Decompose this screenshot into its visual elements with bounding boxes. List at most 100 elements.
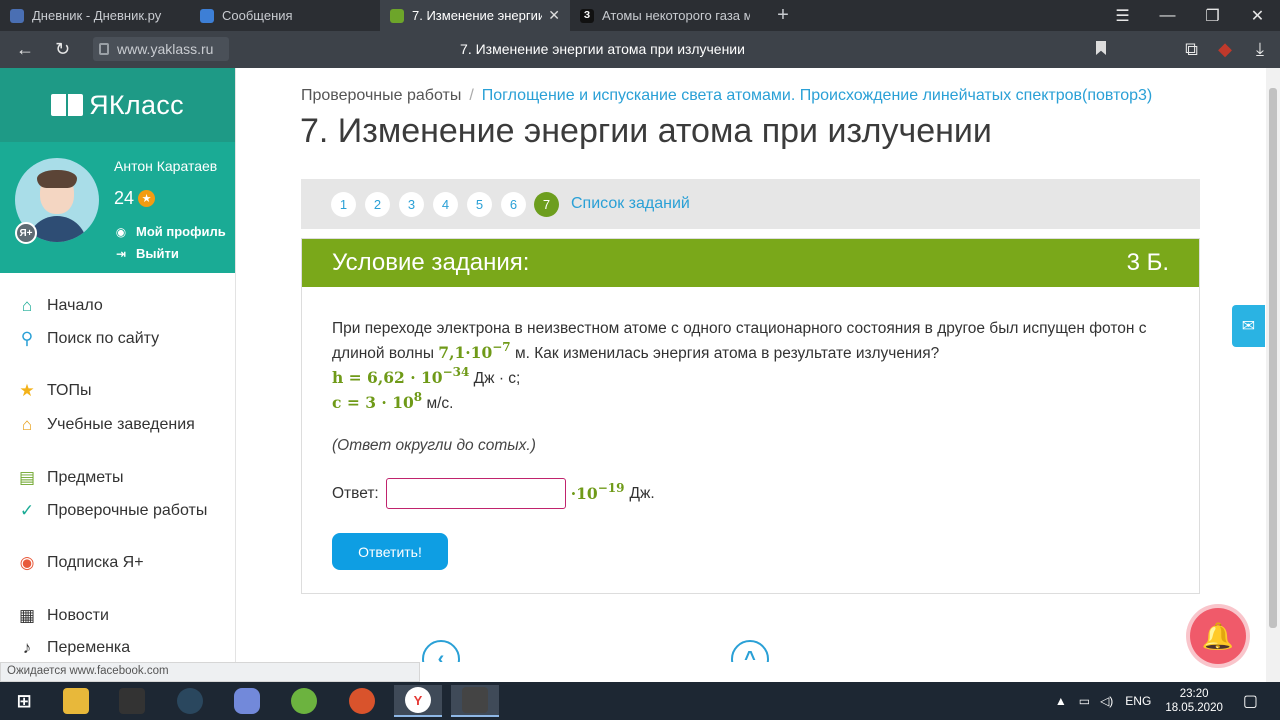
- task-list-link[interactable]: Список заданий: [571, 195, 690, 213]
- menu-icon[interactable]: ☰: [1100, 0, 1145, 31]
- tab-znanija[interactable]: З Атомы некоторого газа мс: [570, 0, 760, 31]
- task-navigation: 1 2 3 4 5 6 7 Список заданий: [301, 179, 1200, 229]
- book-icon: [51, 94, 84, 116]
- task-text: При переходе электрона в неизвестном ато…: [332, 317, 1169, 366]
- task-text-part: м. Как изменилась энергия атома в резуль…: [514, 345, 940, 362]
- light-speed-unit: м/с.: [426, 395, 454, 412]
- breadcrumb-link[interactable]: Поглощение и испускание света атомами. П…: [482, 87, 1152, 104]
- wavelength-base: 7,1·10: [438, 343, 493, 362]
- sidebar-item-tests[interactable]: ✓ Проверочные работы: [16, 501, 207, 521]
- sidebar-item-tops[interactable]: ★ ТОПы: [16, 381, 92, 401]
- mail-icon[interactable]: ✉: [1232, 305, 1265, 347]
- language-indicator[interactable]: ENG: [1125, 694, 1151, 708]
- task-number-current[interactable]: 7: [534, 192, 559, 217]
- my-profile-link[interactable]: ◉ Мой профиль: [114, 224, 226, 239]
- close-tab-icon[interactable]: ✕: [548, 7, 560, 24]
- tab-title: 7. Изменение энергии а: [412, 8, 543, 23]
- task-number-4[interactable]: 4: [433, 192, 458, 217]
- news-icon: ▦: [18, 606, 36, 625]
- light-speed-exponent: 8: [413, 390, 423, 404]
- scroll-top-icon[interactable]: ^: [731, 640, 769, 662]
- profile-icon: ◉: [115, 224, 127, 239]
- sidebar-item-label: Новости: [47, 607, 109, 624]
- logout-link[interactable]: ⇥ Выйти: [114, 246, 179, 261]
- sidebar-item-search[interactable]: ⚲ Поиск по сайту: [16, 329, 159, 349]
- prev-arrow-icon[interactable]: ‹: [422, 640, 460, 662]
- breadcrumb-separator: /: [469, 87, 474, 104]
- subscription-icon: ◉: [19, 553, 35, 572]
- gta-icon[interactable]: [451, 685, 499, 717]
- utorrent-icon[interactable]: [280, 685, 328, 717]
- clock-date: 18.05.2020: [1165, 702, 1223, 714]
- notification-bell-icon[interactable]: 🔔: [1190, 608, 1246, 664]
- planck-exponent: −34: [442, 365, 470, 379]
- tray-arrow-icon[interactable]: ▲: [1055, 694, 1067, 708]
- sidebar-item-schools[interactable]: ⌂ Учебные заведения: [16, 415, 195, 435]
- breadcrumb-root[interactable]: Проверочные работы: [301, 87, 461, 104]
- task-number-1[interactable]: 1: [331, 192, 356, 217]
- download-icon[interactable]: ⤓: [1256, 39, 1264, 60]
- system-tray: ▲ ▭ ◁) ENG 23:20 18.05.2020 ▢: [1055, 682, 1280, 720]
- tab-yaklass-active[interactable]: 7. Изменение энергии а ✕: [380, 0, 570, 31]
- task-number-6[interactable]: 6: [501, 192, 526, 217]
- restore-icon[interactable]: ❐: [1190, 0, 1235, 31]
- my-profile-label: Мой профиль: [136, 224, 226, 239]
- volume-icon[interactable]: ◁): [1100, 694, 1113, 708]
- tab-title: Атомы некоторого газа мс: [602, 8, 750, 23]
- new-tab-button[interactable]: +: [768, 0, 798, 31]
- taskbar: ⊞ Y ▲ ▭ ◁) ENG 23:20 18.05.2020 ▢: [0, 682, 1280, 720]
- task-card-header: Условие задания: 3 Б.: [302, 239, 1199, 287]
- extension-icon[interactable]: ◆: [1218, 39, 1232, 60]
- star-icon: ★: [19, 381, 35, 400]
- close-window-icon[interactable]: ✕: [1235, 0, 1280, 31]
- task-number-3[interactable]: 3: [399, 192, 424, 217]
- breadcrumb: Проверочные работы / Поглощение и испускан…: [301, 87, 1152, 105]
- yandex-browser-icon[interactable]: Y: [394, 685, 442, 717]
- yaklass-logo[interactable]: ЯКласс: [0, 68, 235, 142]
- chat-icon: [200, 8, 214, 23]
- game-icon[interactable]: [108, 685, 156, 717]
- planck-constant-line: h = 6,62 · 10−34 Дж · с;: [332, 366, 1169, 391]
- submit-answer-button[interactable]: Ответить!: [332, 533, 448, 570]
- scrollbar[interactable]: [1266, 68, 1280, 682]
- sidebar-item-label: Переменка: [47, 639, 131, 656]
- window-controls: ☰ — ❐ ✕: [1100, 0, 1280, 31]
- planck-formula: h = 6,62 · 10−34: [332, 365, 470, 387]
- task-points: 3 Б.: [1126, 249, 1169, 276]
- translate-icon[interactable]: ⧉: [1185, 39, 1198, 60]
- answer-multiplier: ·10−19: [571, 482, 625, 506]
- steam-icon[interactable]: [166, 685, 214, 717]
- sidebar-item-label: ТОПы: [47, 382, 92, 399]
- minimize-icon[interactable]: —: [1145, 0, 1190, 31]
- discord-icon[interactable]: [223, 685, 271, 717]
- notifications-icon[interactable]: ▢: [1243, 691, 1258, 711]
- tab-title: Дневник - Дневник.ру: [32, 8, 162, 23]
- task-number-5[interactable]: 5: [467, 192, 492, 217]
- sidebar-item-label: Начало: [47, 297, 103, 314]
- task-number-2[interactable]: 2: [365, 192, 390, 217]
- answer-unit: Дж.: [629, 484, 655, 502]
- clock[interactable]: 23:20 18.05.2020: [1165, 687, 1223, 715]
- explorer-icon[interactable]: [52, 685, 100, 717]
- address-bar: ← ↻ www.yaklass.ru 7. Изменение энергии …: [0, 31, 1280, 68]
- windows-start-icon[interactable]: ⊞: [0, 685, 48, 717]
- page-title: 7. Изменение энергии атома при излучении: [300, 112, 992, 150]
- sidebar-item-home[interactable]: ⌂ Начало: [16, 296, 103, 316]
- tab-messages[interactable]: Сообщения: [190, 0, 380, 31]
- scrollbar-thumb[interactable]: [1269, 88, 1277, 628]
- school-icon: ⌂: [21, 415, 33, 434]
- sidebar-item-subjects[interactable]: ▤ Предметы: [16, 468, 124, 488]
- logout-icon: ⇥: [115, 246, 127, 261]
- sidebar-item-label: Предметы: [47, 469, 124, 486]
- ccleaner-icon[interactable]: [338, 685, 386, 717]
- answer-multiplier-base: ·10: [570, 483, 598, 503]
- sidebar-item-news[interactable]: ▦ Новости: [16, 606, 109, 626]
- sidebar: ЯКласс Я+ Антон Каратаев 24 ★ ◉ Мой проф…: [0, 68, 236, 662]
- answer-input[interactable]: [385, 478, 566, 509]
- task-card-body: При переходе электрона в неизвестном ато…: [302, 287, 1199, 600]
- sidebar-item-break[interactable]: ♪ Переменка: [16, 638, 130, 658]
- tab-dnevnik[interactable]: Дневник - Дневник.ру: [0, 0, 190, 31]
- network-icon[interactable]: ▭: [1079, 694, 1090, 708]
- sidebar-item-subscription[interactable]: ◉ Подписка Я+: [16, 553, 144, 573]
- ya-plus-badge: Я+: [15, 222, 37, 244]
